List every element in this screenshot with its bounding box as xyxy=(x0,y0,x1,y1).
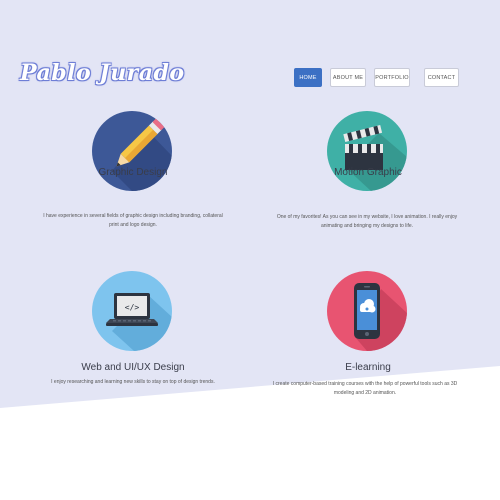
e-learning-icon-circle xyxy=(327,271,407,351)
clapperboard-icon xyxy=(343,125,407,191)
motion-graphic-icon-circle xyxy=(327,111,407,191)
laptop-code-icon: </> xyxy=(106,293,172,351)
nav-contact[interactable]: CONTACT xyxy=(424,68,459,87)
site-logo[interactable]: Pablo Jurado xyxy=(20,60,185,86)
service-description: I enjoy researching and learning new ski… xyxy=(51,379,215,385)
nav-about-me[interactable]: ABOUT ME xyxy=(330,68,366,87)
service-title: Motion Graphic xyxy=(334,167,402,178)
tablet-cloud-icon xyxy=(354,283,407,351)
graphic-design-icon-circle xyxy=(92,111,172,191)
pencil-icon xyxy=(112,118,172,191)
service-title: Graphic Design xyxy=(98,167,168,178)
service-description: One of my favorites! As you can see in m… xyxy=(276,214,458,229)
web-design-icon-circle: </> xyxy=(92,271,172,351)
service-description: I have experience in several fields of g… xyxy=(43,213,223,228)
service-description: I create computer-based training courses… xyxy=(272,381,458,396)
service-title: Web and UI/UX Design xyxy=(81,362,185,373)
svg-text:</>: </> xyxy=(125,303,140,312)
nav-portfolio[interactable]: PORTFOLIO xyxy=(374,68,410,87)
nav-home[interactable]: HOME xyxy=(294,68,322,87)
service-title: E-learning xyxy=(345,362,391,373)
